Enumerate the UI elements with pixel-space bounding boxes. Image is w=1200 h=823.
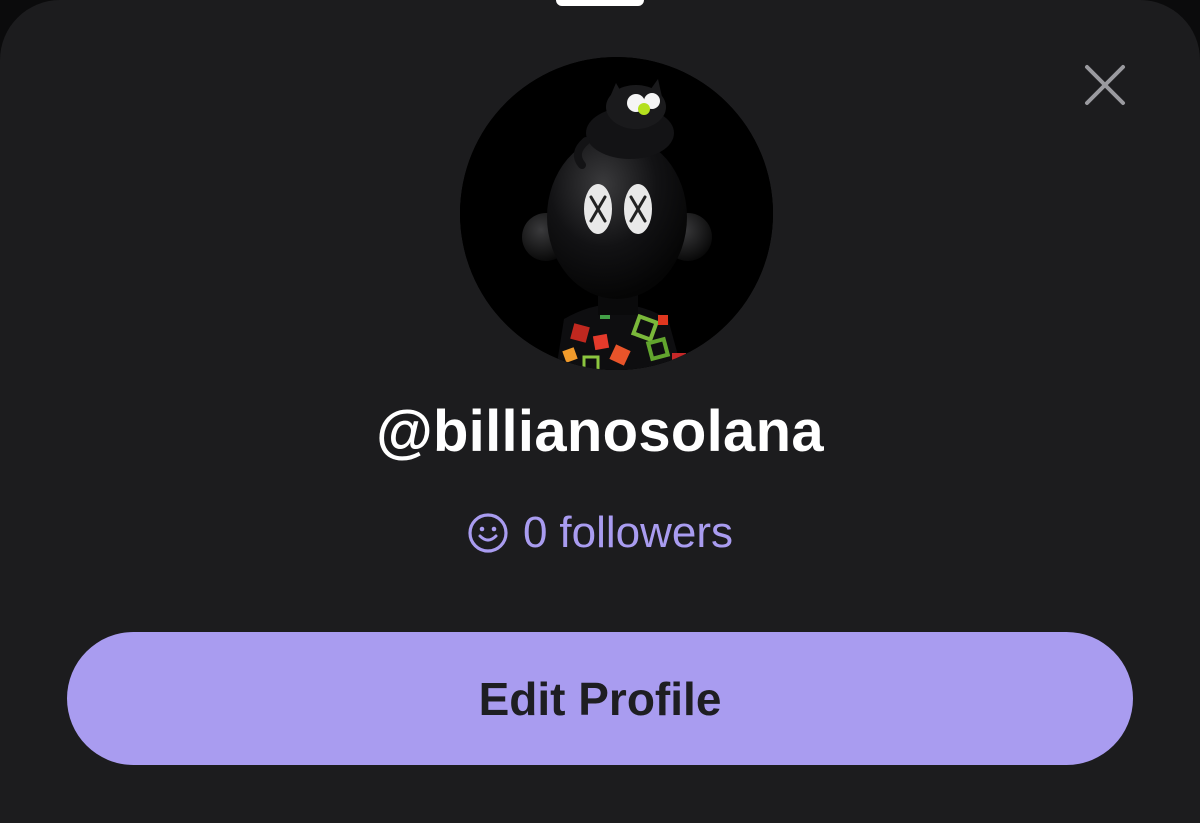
close-button[interactable] [1076,56,1134,114]
followers-label: followers [559,508,734,557]
followers-count: 0 [522,508,548,557]
smiley-face-icon [468,513,508,553]
edit-profile-button[interactable]: Edit Profile [67,632,1133,765]
nft-character-icon [460,57,773,370]
username: @billianosolana [376,399,824,464]
profile-sheet: @billianosolana 0 followers Edit Profile [0,0,1200,823]
close-icon [1085,65,1125,105]
avatar[interactable] [460,57,773,370]
followers-link[interactable]: 0 followers [0,508,1200,558]
edit-profile-label: Edit Profile [478,672,722,725]
sheet-grabber[interactable] [556,0,644,6]
